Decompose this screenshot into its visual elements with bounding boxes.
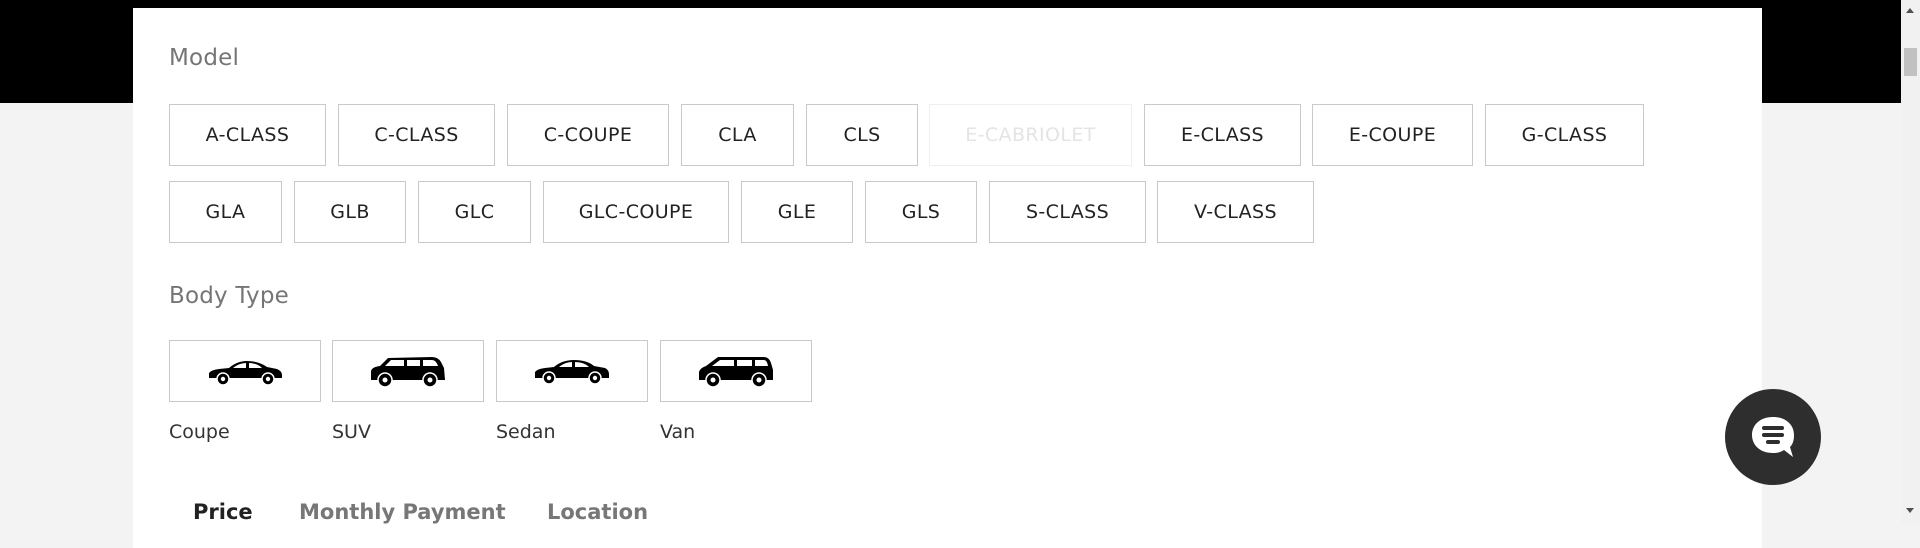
coupe-car-icon	[209, 361, 282, 386]
model-button-c-coupe[interactable]: C-COUPE	[507, 104, 669, 166]
model-button-v-class[interactable]: V-CLASS	[1157, 181, 1314, 243]
tab-location[interactable]: Location	[547, 500, 648, 524]
scroll-down-arrow-icon[interactable]	[1906, 508, 1914, 513]
body-type-sedan-label: Sedan	[496, 421, 556, 443]
sedan-car-icon	[535, 360, 609, 385]
suv-car-icon	[371, 357, 445, 388]
model-button-e-coupe[interactable]: E-COUPE	[1312, 104, 1473, 166]
page-scrollbar[interactable]	[1901, 0, 1920, 524]
van-car-icon	[699, 357, 773, 388]
model-button-e-class[interactable]: E-CLASS	[1144, 104, 1301, 166]
model-button-e-cabriolet: E-CABRIOLET	[929, 104, 1132, 166]
body-type-suv-label: SUV	[332, 421, 371, 443]
model-button-cla[interactable]: CLA	[681, 104, 794, 166]
body-type-van-label: Van	[660, 421, 696, 443]
model-section-title: Model	[169, 45, 240, 71]
tab-monthly-payment[interactable]: Monthly Payment	[299, 500, 506, 524]
body-type-van-card[interactable]	[660, 340, 812, 402]
model-button-glb[interactable]: GLB	[294, 181, 406, 243]
model-button-gle[interactable]: GLE	[741, 181, 853, 243]
model-button-glc[interactable]: GLC	[418, 181, 531, 243]
model-button-a-class[interactable]: A-CLASS	[169, 104, 326, 166]
model-button-gla[interactable]: GLA	[169, 181, 282, 243]
body-type-coupe-card[interactable]	[169, 340, 321, 402]
filter-panel: Model A-CLASS C-CLASS C-COUPE CLA CLS E-…	[133, 8, 1762, 548]
model-button-s-class[interactable]: S-CLASS	[989, 181, 1146, 243]
body-type-section-title: Body Type	[169, 283, 290, 309]
model-button-g-class[interactable]: G-CLASS	[1485, 104, 1644, 166]
chat-icon	[1752, 417, 1794, 457]
model-button-glc-coupe[interactable]: GLC-COUPE	[543, 181, 729, 243]
model-button-c-class[interactable]: C-CLASS	[338, 104, 495, 166]
scroll-up-arrow-icon[interactable]	[1906, 8, 1914, 13]
body-type-suv-card[interactable]	[332, 340, 484, 402]
body-type-sedan-card[interactable]	[496, 340, 648, 402]
body-type-coupe-label: Coupe	[169, 421, 230, 443]
chat-button[interactable]	[1725, 389, 1821, 485]
tab-price[interactable]: Price	[193, 500, 253, 524]
model-button-cls[interactable]: CLS	[806, 104, 918, 166]
scrollbar-thumb[interactable]	[1904, 48, 1917, 76]
model-button-gls[interactable]: GLS	[865, 181, 977, 243]
